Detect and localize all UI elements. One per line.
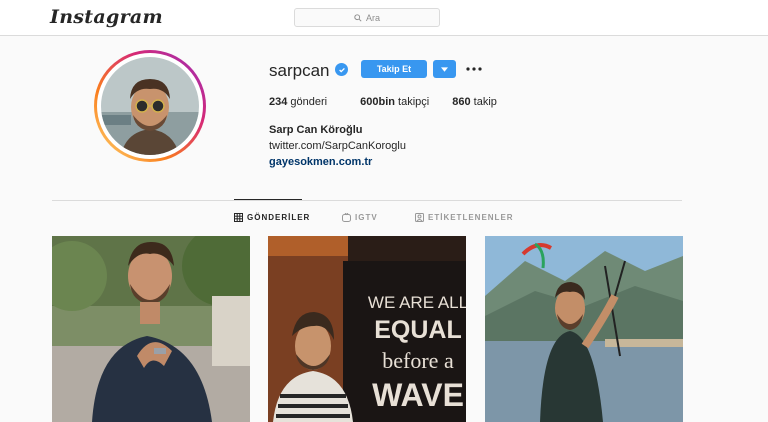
post-thumbnail[interactable] [52,236,250,422]
avatar [101,57,199,155]
profile-bio: twitter.com/SarpCanKoroglu [269,140,406,152]
poster-line-1: WE ARE ALL [368,293,466,312]
post-image [485,236,683,422]
top-bar: Instagram Ara [0,0,768,36]
post-thumbnail[interactable]: WE ARE ALL EQUAL before a WAVE [268,236,466,422]
suggestions-dropdown-button[interactable] [433,60,456,78]
chevron-down-icon [441,66,448,72]
more-dots-icon [466,67,482,71]
tagged-icon [415,213,424,222]
active-tab-indicator [234,199,302,200]
profile-full-name: Sarp Can Köroğlu [269,124,363,136]
profile-stats: 234 gönderi 600bin takipçi 860 takip [269,96,516,108]
profile-avatar[interactable] [94,50,206,162]
posts-count: 234 gönderi [269,96,328,108]
tabs-divider [52,200,682,201]
search-placeholder: Ara [365,12,380,23]
poster-line-2: EQUAL [374,316,462,344]
instagram-logo[interactable]: Instagram [50,6,163,28]
tab-tagged[interactable]: ETİKETLENENLER [415,213,514,222]
tab-posts[interactable]: GÖNDERİLER [234,213,310,222]
poster-line-4: WAVE [372,377,464,413]
follow-button[interactable]: Takip Et [361,60,427,78]
poster-line-3: before a [382,348,454,373]
profile-website-link[interactable]: gayesokmen.com.tr [269,156,372,168]
post-image: WE ARE ALL EQUAL before a WAVE [268,236,466,422]
post-image [52,236,250,422]
followers-count[interactable]: 600bin takipçi [360,96,429,108]
verified-badge-icon [335,63,348,76]
following-count[interactable]: 860 takip [452,96,497,108]
igtv-icon [342,213,351,222]
more-options-button[interactable] [465,60,483,78]
grid-icon [234,213,243,222]
profile-username: sarpcan [269,61,330,80]
search-input[interactable]: Ara [294,8,440,27]
post-thumbnail[interactable] [485,236,683,422]
tab-igtv[interactable]: IGTV [342,213,378,222]
search-icon [354,13,362,22]
